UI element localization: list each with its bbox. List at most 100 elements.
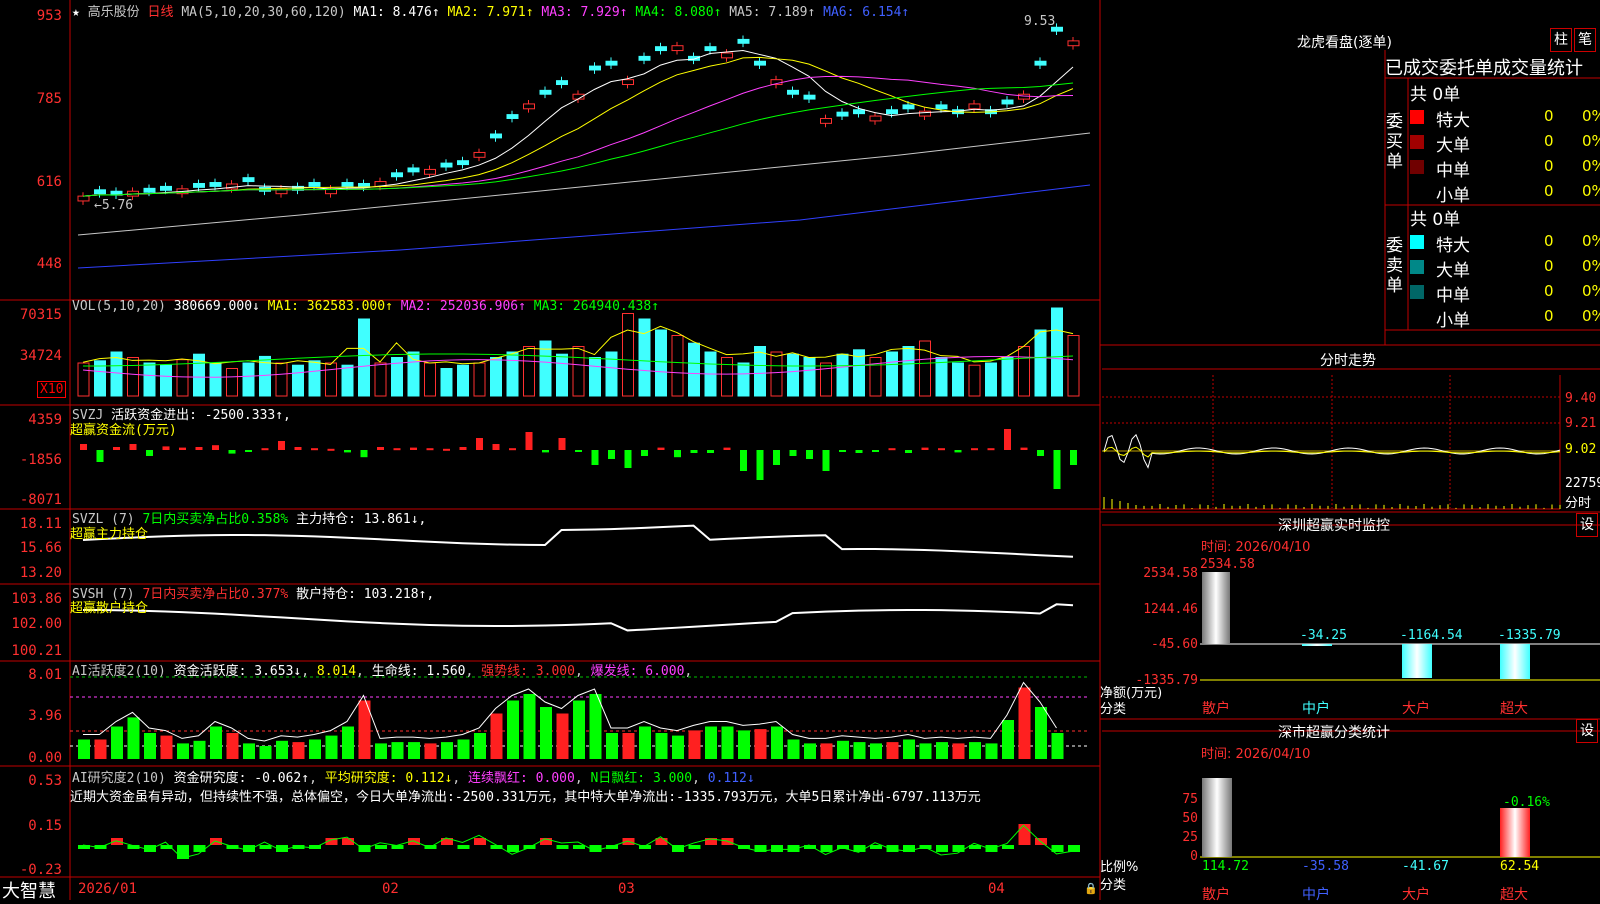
fund-flow-bar: [707, 450, 714, 453]
activity-bar: [276, 740, 288, 759]
svsh-axis-tick: 100.21: [11, 643, 62, 659]
svzl-axis-tick: 18.11: [19, 516, 62, 532]
activity-bar: [457, 739, 470, 759]
buy-orders-label: 委买单: [1386, 112, 1403, 172]
buy-order-percent: 0%: [1582, 157, 1600, 175]
activity-bar: [259, 746, 272, 759]
activity-bar: [952, 743, 965, 759]
volume-bar: [523, 346, 535, 397]
ai1-axis-tick: 3.96: [28, 708, 62, 724]
vol-unit-badge[interactable]: X10: [37, 381, 67, 398]
stat-axis-tick: 75: [1182, 792, 1198, 807]
research-bar: [474, 838, 486, 845]
research-bar: [688, 845, 701, 849]
activity-bar: [127, 717, 140, 759]
stat-value: 114.72: [1202, 859, 1249, 874]
bar-mode-button[interactable]: 柱: [1550, 28, 1572, 52]
volume-bar: [308, 360, 321, 397]
fund-flow-bar: [773, 450, 780, 465]
ma5-value: MA5: 7.189↑: [729, 5, 816, 20]
price-axis-tick: 953: [36, 8, 62, 24]
candle-body: [737, 38, 750, 44]
activity-bar: [655, 733, 668, 759]
activity-bar: [111, 726, 123, 759]
candle-body: [836, 111, 849, 117]
volume-bar: [490, 357, 502, 397]
tick-mode-button[interactable]: 笔: [1574, 28, 1596, 52]
volume-bar: [572, 346, 585, 397]
stat-category: 散户: [1202, 887, 1230, 903]
ma2-value: MA2: 7.971↑: [447, 5, 534, 20]
research-bar: [936, 845, 948, 852]
monitor-axis-tick: -45.60: [1151, 637, 1198, 652]
fund-flow-bar: [146, 450, 153, 456]
fund-flow-bar: [657, 447, 665, 450]
stat-time: 时间: 2026/04/10: [1201, 747, 1311, 762]
fund-flow-bar: [96, 450, 104, 462]
fund-flow-bar: [789, 450, 797, 456]
fund-flow-bar: [492, 444, 500, 450]
svzl-hold: 主力持仓: 13.861↓,: [296, 512, 427, 527]
vol-ma3: MA3: 264940.438↑: [533, 299, 660, 314]
activity-bar: [309, 739, 321, 759]
svzl-axis-tick: 13.20: [19, 565, 62, 581]
research-bar: [771, 845, 783, 852]
candle-body: [605, 60, 618, 66]
activity-bar: [804, 743, 816, 759]
monitor-bar: [1500, 644, 1530, 679]
ma-title: MA(5,10,20,30,60,120): [181, 5, 346, 20]
ai1-v3: 生命线: 1.560: [371, 664, 466, 679]
lock-icon[interactable]: 🔒: [1084, 882, 1098, 895]
buy-order-name: 小单: [1436, 186, 1470, 206]
sell-order-count: 0: [1544, 257, 1554, 275]
activity-bar: [292, 742, 305, 759]
fund-flow-bar: [179, 447, 186, 450]
volume-bar: [836, 353, 849, 397]
vol-axis-tick: 34724: [19, 348, 62, 364]
volume-bar: [127, 357, 139, 397]
volume-bar: [374, 362, 387, 397]
candle-body: [869, 115, 882, 122]
activity-bar: [1051, 733, 1064, 759]
activity-bar: [606, 733, 618, 759]
candle-body: [77, 195, 90, 202]
fund-flow-bar: [278, 441, 285, 450]
fund-flow-bar: [212, 445, 219, 450]
sell-order-swatch: [1410, 285, 1424, 299]
monitor-settings-button[interactable]: 设: [1576, 513, 1598, 537]
sell-order-name: 中单: [1436, 286, 1470, 306]
ai1-v4: 强势线: 3.000: [481, 664, 575, 679]
candle-body: [94, 189, 106, 195]
svzj-axis-tick: -1856: [19, 452, 62, 468]
fund-flow-bar: [872, 450, 879, 452]
candle-body: [638, 55, 651, 61]
svzl-sub: 超赢主力持仓: [70, 527, 149, 542]
activity-bar: [969, 742, 981, 759]
period-label[interactable]: 日线: [148, 5, 174, 20]
fund-flow-bar: [525, 432, 533, 450]
fund-flow-bar: [1053, 450, 1061, 489]
activity-bar: [820, 743, 833, 759]
svsh-sub: 超赢散户持仓: [70, 601, 149, 616]
volume-bar: [968, 364, 981, 397]
ai2-legend: AI研究度2(10) 资金研究度: -0.062↑, 平均研究度: 0.112↓…: [72, 771, 755, 786]
sell-order-name: 特大: [1436, 236, 1470, 256]
monitor-value: -1335.79: [1498, 628, 1561, 643]
activity-bar: [177, 743, 189, 759]
sell-orders-label: 委卖单: [1386, 236, 1403, 296]
candle-body: [1067, 40, 1080, 47]
fund-flow-bar: [542, 450, 549, 453]
sell-order-count: 0: [1544, 232, 1554, 250]
sell-order-swatch: [1410, 235, 1424, 249]
fund-flow-bar: [129, 444, 137, 450]
research-bar: [259, 845, 272, 849]
fund-flow-bar: [987, 448, 995, 451]
fund-flow-bar: [80, 444, 87, 450]
activity-bar: [1002, 720, 1014, 759]
stat-settings-button[interactable]: 设: [1576, 719, 1598, 743]
ma2-line: [82, 56, 1074, 197]
sell-order-percent: 0%: [1582, 257, 1600, 275]
candle-body: [506, 114, 519, 119]
monitor-time: 时间: 2026/04/10: [1201, 540, 1311, 555]
kline-chart-area[interactable]: [0, 0, 1600, 900]
